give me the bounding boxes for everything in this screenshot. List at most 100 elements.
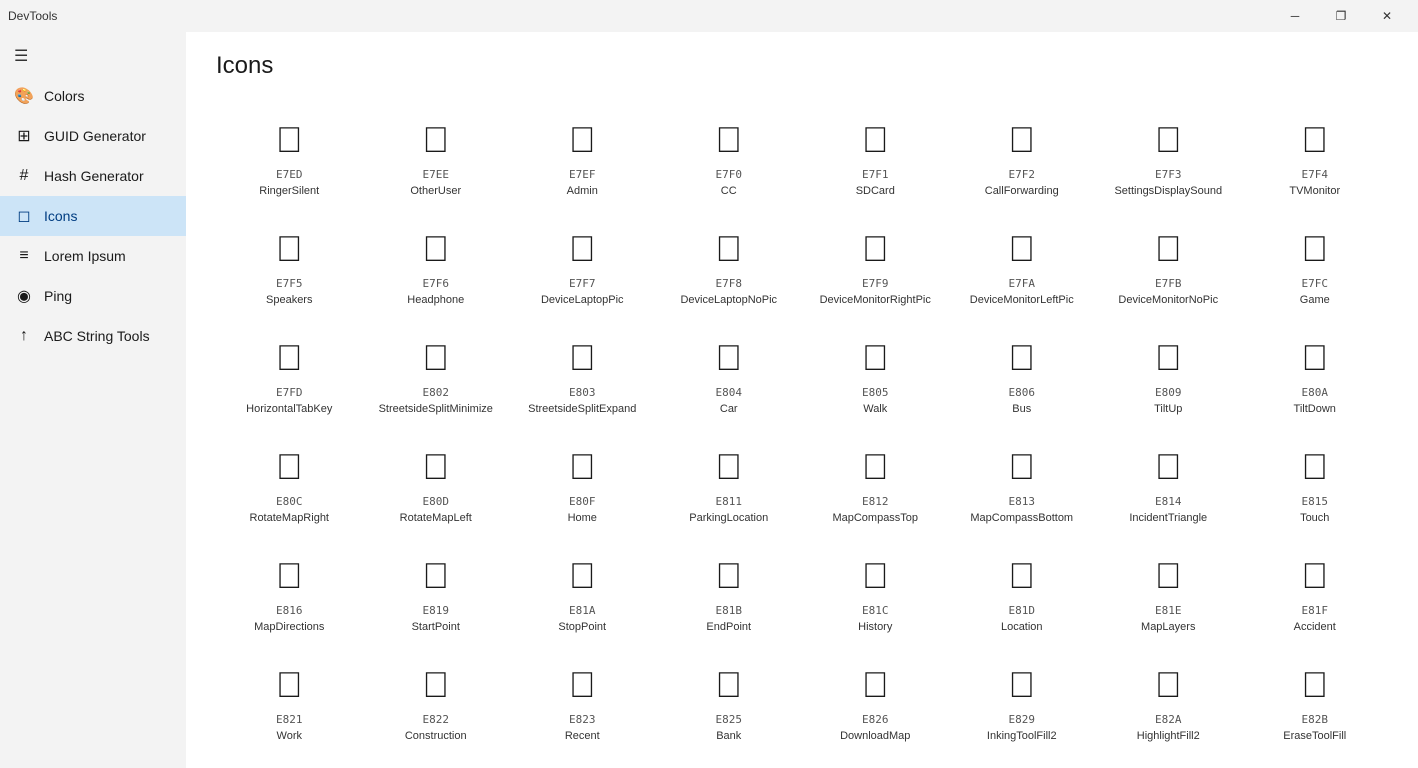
close-button[interactable]: ✕ xyxy=(1364,0,1410,32)
glyph-E7FB:  xyxy=(1155,225,1182,273)
string-tools-label: ABC String Tools xyxy=(44,328,150,344)
code-E81E: E81E xyxy=(1155,604,1182,617)
glyph-E7F1:  xyxy=(862,116,889,164)
name-E816: MapDirections xyxy=(254,621,324,633)
icon-item: E7F2CallForwarding xyxy=(949,100,1096,209)
icon-item: E804Car xyxy=(656,318,803,427)
code-E7FA: E7FA xyxy=(1009,277,1036,290)
sidebar-item-string-tools[interactable]: ↑ABC String Tools xyxy=(0,316,186,356)
name-E815: Touch xyxy=(1300,512,1329,524)
glyph-E7F5:  xyxy=(276,225,303,273)
icon-item:  E7FB DeviceMonitorNoPic xyxy=(1095,209,1242,318)
sidebar-item-colors[interactable]: 🎨Colors xyxy=(0,76,186,116)
icon-item: E7F9DeviceMonitorRightPic xyxy=(802,209,949,318)
hamburger-menu[interactable]: ☰ xyxy=(0,36,186,76)
glyph-E7F2:  xyxy=(1008,116,1035,164)
name-E805: Walk xyxy=(863,403,887,415)
name-E814: IncidentTriangle xyxy=(1129,512,1207,524)
name-E7FB: DeviceMonitorNoPic xyxy=(1118,294,1218,306)
icon-item: E82AHighlightFill2 xyxy=(1095,645,1242,754)
icon-item: E81AStopPoint xyxy=(509,536,656,645)
icon-item: E826DownloadMap xyxy=(802,645,949,754)
code-E812: E812 xyxy=(862,495,889,508)
code-E7F8: E7F8 xyxy=(716,277,743,290)
glyph-E7EE:  xyxy=(422,116,449,164)
glyph-E7F4:  xyxy=(1301,116,1328,164)
icon-item: E812MapCompassTop xyxy=(802,427,949,536)
glyph-E7FC:  xyxy=(1301,225,1328,273)
glyph-E7F0:  xyxy=(715,116,742,164)
sidebar-item-lorem-ipsum[interactable]: ≡Lorem Ipsum xyxy=(0,236,186,276)
icon-item: E836E836 xyxy=(1095,754,1242,768)
minimize-button[interactable]: ─ xyxy=(1272,0,1318,32)
name-E7F0: CC xyxy=(721,185,737,197)
name-E825: Bank xyxy=(716,730,741,742)
glyph-E813:  xyxy=(1008,443,1035,491)
code-E7FC: E7FC xyxy=(1302,277,1329,290)
glyph-E806:  xyxy=(1008,334,1035,382)
name-E806: Bus xyxy=(1012,403,1031,415)
lorem-ipsum-label: Lorem Ipsum xyxy=(44,248,126,264)
colors-icon: 🎨 xyxy=(14,86,34,106)
code-E7F3: E7F3 xyxy=(1155,168,1182,181)
name-E7F9: DeviceMonitorRightPic xyxy=(820,294,931,306)
app-body: ☰ 🎨Colors⊞GUID Generator#Hash Generator◻… xyxy=(0,32,1418,768)
name-E811: ParkingLocation xyxy=(689,512,768,524)
icon-item: E82DE82D xyxy=(363,754,510,768)
code-E819: E819 xyxy=(423,604,450,617)
code-E80C: E80C xyxy=(276,495,303,508)
glyph-E81E:  xyxy=(1155,552,1182,600)
sidebar-item-ping[interactable]: ◉Ping xyxy=(0,276,186,316)
name-E826: DownloadMap xyxy=(840,730,910,742)
code-E80A: E80A xyxy=(1302,386,1329,399)
glyph-E829:  xyxy=(1008,661,1035,709)
name-E7EF: Admin xyxy=(567,185,598,197)
name-E7F8: DeviceLaptopNoPic xyxy=(680,294,777,306)
glyph-E812:  xyxy=(862,443,889,491)
name-E802: StreetsideSplitMinimize xyxy=(379,403,493,415)
name-E7FA: DeviceMonitorLeftPic xyxy=(970,294,1074,306)
icon-item: E7EEOtherUser xyxy=(363,100,510,209)
name-E7F5: Speakers xyxy=(266,294,312,306)
icon-item: E835E835 xyxy=(949,754,1096,768)
name-E81C: History xyxy=(858,621,892,633)
sidebar: ☰ 🎨Colors⊞GUID Generator#Hash Generator◻… xyxy=(0,32,186,768)
glyph-E821:  xyxy=(276,661,303,709)
maximize-button[interactable]: ❐ xyxy=(1318,0,1364,32)
icon-item: E81EMapLayers xyxy=(1095,536,1242,645)
name-E7ED: RingerSilent xyxy=(259,185,319,197)
name-E809: TiltUp xyxy=(1154,403,1182,415)
code-E7FB: E7FB xyxy=(1155,277,1182,290)
name-E81D: Location xyxy=(1001,621,1043,633)
code-E81C: E81C xyxy=(862,604,889,617)
glyph-E82B:  xyxy=(1301,661,1328,709)
glyph-E805:  xyxy=(862,334,889,382)
title-bar: DevTools ─ ❐ ✕ xyxy=(0,0,1418,32)
name-E81B: EndPoint xyxy=(706,621,751,633)
code-E7FD: E7FD xyxy=(276,386,303,399)
glyph-E7F6:  xyxy=(422,225,449,273)
icons-label: Icons xyxy=(44,208,77,224)
glyph-E81C:  xyxy=(862,552,889,600)
sidebar-item-icons[interactable]: ◻Icons xyxy=(0,196,186,236)
code-E81D: E81D xyxy=(1009,604,1036,617)
glyph-E7FD:  xyxy=(276,334,303,382)
icon-item: E7EDRingerSilent xyxy=(216,100,363,209)
sidebar-item-guid-generator[interactable]: ⊞GUID Generator xyxy=(0,116,186,156)
sidebar-item-hash-generator[interactable]: #Hash Generator xyxy=(0,156,186,196)
icon-item: E81BEndPoint xyxy=(656,536,803,645)
code-E811: E811 xyxy=(716,495,743,508)
icon-item: E82EE82E xyxy=(509,754,656,768)
code-E7EF: E7EF xyxy=(569,168,596,181)
icon-item: E825Bank xyxy=(656,645,803,754)
code-E815: E815 xyxy=(1302,495,1329,508)
icon-item: E80DRotateMapLeft xyxy=(363,427,510,536)
code-E821: E821 xyxy=(276,713,303,726)
code-E7F5: E7F5 xyxy=(276,277,303,290)
content-area: Icons E7EDRingerSilentE7EEOtherUserE7… xyxy=(186,32,1418,768)
sidebar-nav: 🎨Colors⊞GUID Generator#Hash Generator◻Ic… xyxy=(0,76,186,356)
code-E7F9: E7F9 xyxy=(862,277,889,290)
glyph-E822:  xyxy=(422,661,449,709)
code-E7F4: E7F4 xyxy=(1302,168,1329,181)
icon-item: E830E830 xyxy=(802,754,949,768)
